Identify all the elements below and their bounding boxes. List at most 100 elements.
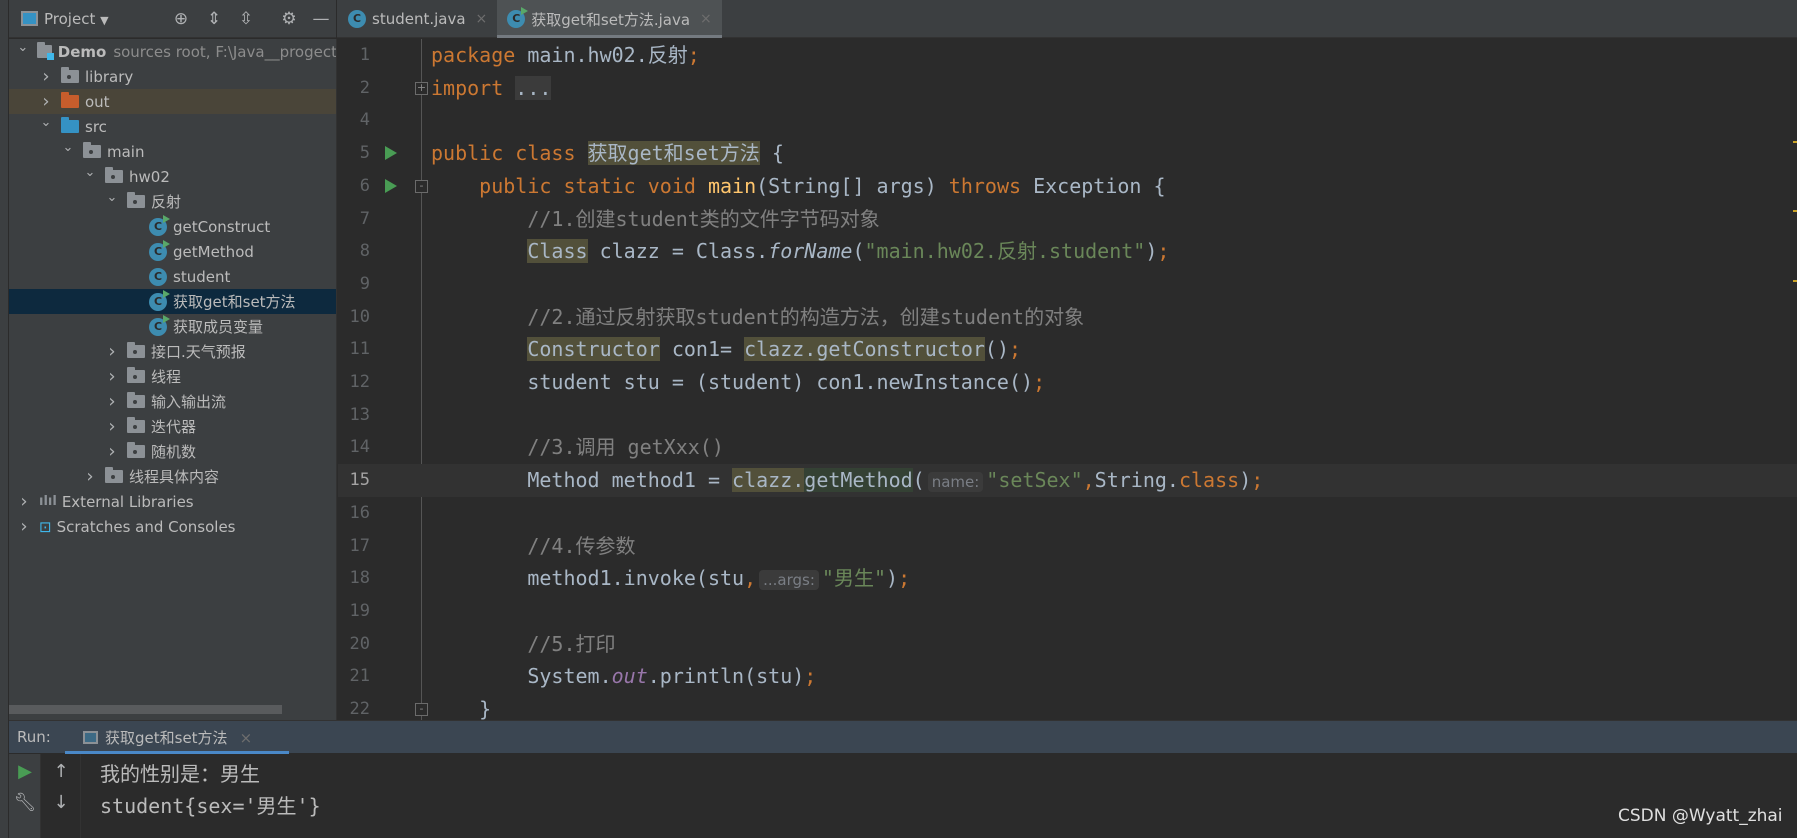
minimize-icon[interactable]: —	[311, 9, 331, 29]
code-token: clazz = Class.	[587, 239, 769, 264]
code-line[interactable]: 9	[338, 268, 1797, 301]
chevron-right-icon[interactable]: ›	[39, 91, 53, 112]
locate-icon[interactable]: ⊕	[171, 9, 191, 29]
code-token: main.hw02.反射	[527, 43, 688, 67]
code-line[interactable]: 13	[338, 399, 1797, 432]
package-icon	[127, 367, 145, 383]
tree-item[interactable]: ⌄ src	[9, 114, 336, 139]
code-line[interactable]: 16	[338, 497, 1797, 530]
code-line[interactable]: 10 //2.通过反射获取student的构造方法，创建student的对象	[338, 301, 1797, 334]
chevron-right-icon[interactable]: ›	[105, 391, 119, 412]
tree-item[interactable]: › library	[9, 64, 336, 89]
code-line[interactable]: 7 //1.创建student类的文件字节码对象	[338, 203, 1797, 236]
code-line[interactable]: 14 //3.调用 getXxx()	[338, 431, 1797, 464]
code-token: ,	[744, 566, 757, 591]
folded-imports[interactable]: ...	[515, 75, 552, 100]
tree-item[interactable]: ⌄ main	[9, 139, 336, 164]
fold-collapse-icon[interactable]: -	[415, 179, 428, 193]
code-line[interactable]: 19	[338, 595, 1797, 628]
tree-item[interactable]: › 线程具体内容	[9, 464, 336, 489]
rerun-icon[interactable]: ▶	[9, 761, 41, 782]
error-stripe-mark[interactable]	[1793, 210, 1797, 212]
chevron-right-icon[interactable]: ›	[105, 441, 119, 462]
tree-item[interactable]: › 输入输出流	[9, 389, 336, 414]
tree-item[interactable]: ⌄ Demo sources root, F:\Java__progect	[9, 39, 336, 64]
tree-item[interactable]: › ılıl External Libraries	[9, 489, 336, 514]
close-icon[interactable]: ×	[476, 11, 488, 27]
tree-item-label: 随机数	[151, 443, 197, 461]
run-tab[interactable]: 获取get和set方法 ×	[65, 721, 289, 754]
code-line[interactable]: 21 System.out.println(stu);	[338, 660, 1797, 693]
code-line[interactable]: 18 method1.invoke(stu, ...args: "男生");	[338, 562, 1797, 595]
tree-item[interactable]: › 迭代器	[9, 414, 336, 439]
chevron-down-icon[interactable]: ⌄	[17, 40, 29, 55]
code-line[interactable]: 4	[338, 104, 1797, 137]
code-token: "男生"	[821, 566, 887, 591]
chevron-down-icon: ▼	[100, 14, 109, 27]
tree-item-label: 反射	[151, 193, 182, 211]
collapse-all-icon[interactable]: ⇳	[236, 9, 256, 29]
chevron-right-icon[interactable]: ›	[105, 341, 119, 362]
tree-item-label: 接口.天气预报	[151, 343, 246, 361]
run-gutter-icon[interactable]	[385, 146, 397, 161]
tree-item[interactable]: › ⊡ Scratches and Consoles	[9, 514, 336, 539]
code-line[interactable]: 2 + import ...	[338, 72, 1797, 105]
tree-item-label: 获取get和set方法	[173, 293, 296, 311]
package-icon	[127, 392, 145, 408]
arrow-down-icon[interactable]: ↓	[45, 792, 77, 813]
fold-expand-icon[interactable]: +	[415, 81, 428, 95]
code-line[interactable]: 17 //4.传参数	[338, 530, 1797, 563]
run-label: Run:	[17, 728, 51, 746]
tree-item[interactable]: ⌄ hw02	[9, 164, 336, 189]
code-line[interactable]: 8 Class clazz = Class.forName("main.hw02…	[338, 235, 1797, 268]
code-line[interactable]: 20 //5.打印	[338, 628, 1797, 661]
tree-item[interactable]: CgetMethod	[9, 239, 336, 264]
folder-icon	[61, 92, 79, 108]
editor-tab[interactable]: C 获取get和set方法.java ×	[497, 0, 722, 38]
code-line[interactable]: 15 Method method1 = clazz.getMethod(name…	[338, 464, 1797, 498]
code-editor[interactable]: 1 package main.hw02.反射; 2 + import ... 4 5 publ…	[338, 39, 1797, 720]
arrow-up-icon[interactable]: ↑	[45, 761, 77, 782]
chevron-down-icon[interactable]: ⌄	[39, 115, 53, 130]
fold-collapse-icon[interactable]: -	[415, 703, 428, 716]
chevron-right-icon[interactable]: ›	[17, 491, 31, 512]
code-line[interactable]: 22 - }	[338, 693, 1797, 720]
chevron-right-icon[interactable]: ›	[105, 416, 119, 437]
tree-item[interactable]: Cstudent	[9, 264, 336, 289]
chevron-down-icon[interactable]: ⌄	[83, 165, 97, 180]
tree-item[interactable]: CgetConstruct	[9, 214, 336, 239]
tree-item[interactable]: › 接口.天气预报	[9, 339, 336, 364]
gear-icon[interactable]: ⚙	[279, 9, 299, 29]
tree-item[interactable]: C 获取get和set方法	[9, 289, 336, 314]
code-token: forName	[768, 239, 853, 264]
error-stripe-mark[interactable]	[1793, 280, 1797, 282]
chevron-down-icon[interactable]: ⌄	[61, 140, 75, 155]
tree-item[interactable]: ⌄ 反射	[9, 189, 336, 214]
code-line[interactable]: 12 student stu = (student) con1.newInsta…	[338, 366, 1797, 399]
run-panel: Run: 获取get和set方法 × ▶ 🔧︎ ↑ ↓ 我的性别是：男生 stu…	[9, 720, 1797, 838]
code-line[interactable]: 5 public class 获取get和set方法 {	[338, 137, 1797, 170]
run-gutter-icon[interactable]	[385, 178, 397, 193]
editor-tab[interactable]: Cstudent.java ×	[338, 0, 497, 38]
tree-item[interactable]: C 获取成员变量	[9, 314, 336, 339]
tree-item[interactable]: › 随机数	[9, 439, 336, 464]
code-line[interactable]: 6 - public static void main(String[] args…	[338, 170, 1797, 203]
error-stripe-mark[interactable]	[1793, 141, 1797, 143]
chevron-down-icon[interactable]: ⌄	[105, 190, 119, 205]
chevron-right-icon[interactable]: ›	[105, 366, 119, 387]
close-icon[interactable]: ×	[700, 11, 712, 27]
close-icon[interactable]: ×	[240, 729, 253, 747]
wrench-icon[interactable]: 🔧︎	[9, 792, 41, 813]
code-token: Exception {	[1033, 173, 1166, 198]
chevron-right-icon[interactable]: ›	[17, 516, 31, 537]
code-text: student stu = (student) con1.newInstance…	[431, 370, 1045, 395]
project-tree-scrollbar[interactable]	[9, 705, 282, 714]
project-view-selector[interactable]: Project ▼	[44, 10, 109, 28]
tree-item[interactable]: › out	[9, 89, 336, 114]
code-line[interactable]: 1 package main.hw02.反射;	[338, 39, 1797, 72]
chevron-right-icon[interactable]: ›	[39, 66, 53, 87]
expand-all-icon[interactable]: ⇕	[204, 9, 224, 29]
tree-item[interactable]: › 线程	[9, 364, 336, 389]
code-line[interactable]: 11 Constructor con1= clazz.getConstructo…	[338, 333, 1797, 366]
chevron-right-icon[interactable]: ›	[83, 466, 97, 487]
